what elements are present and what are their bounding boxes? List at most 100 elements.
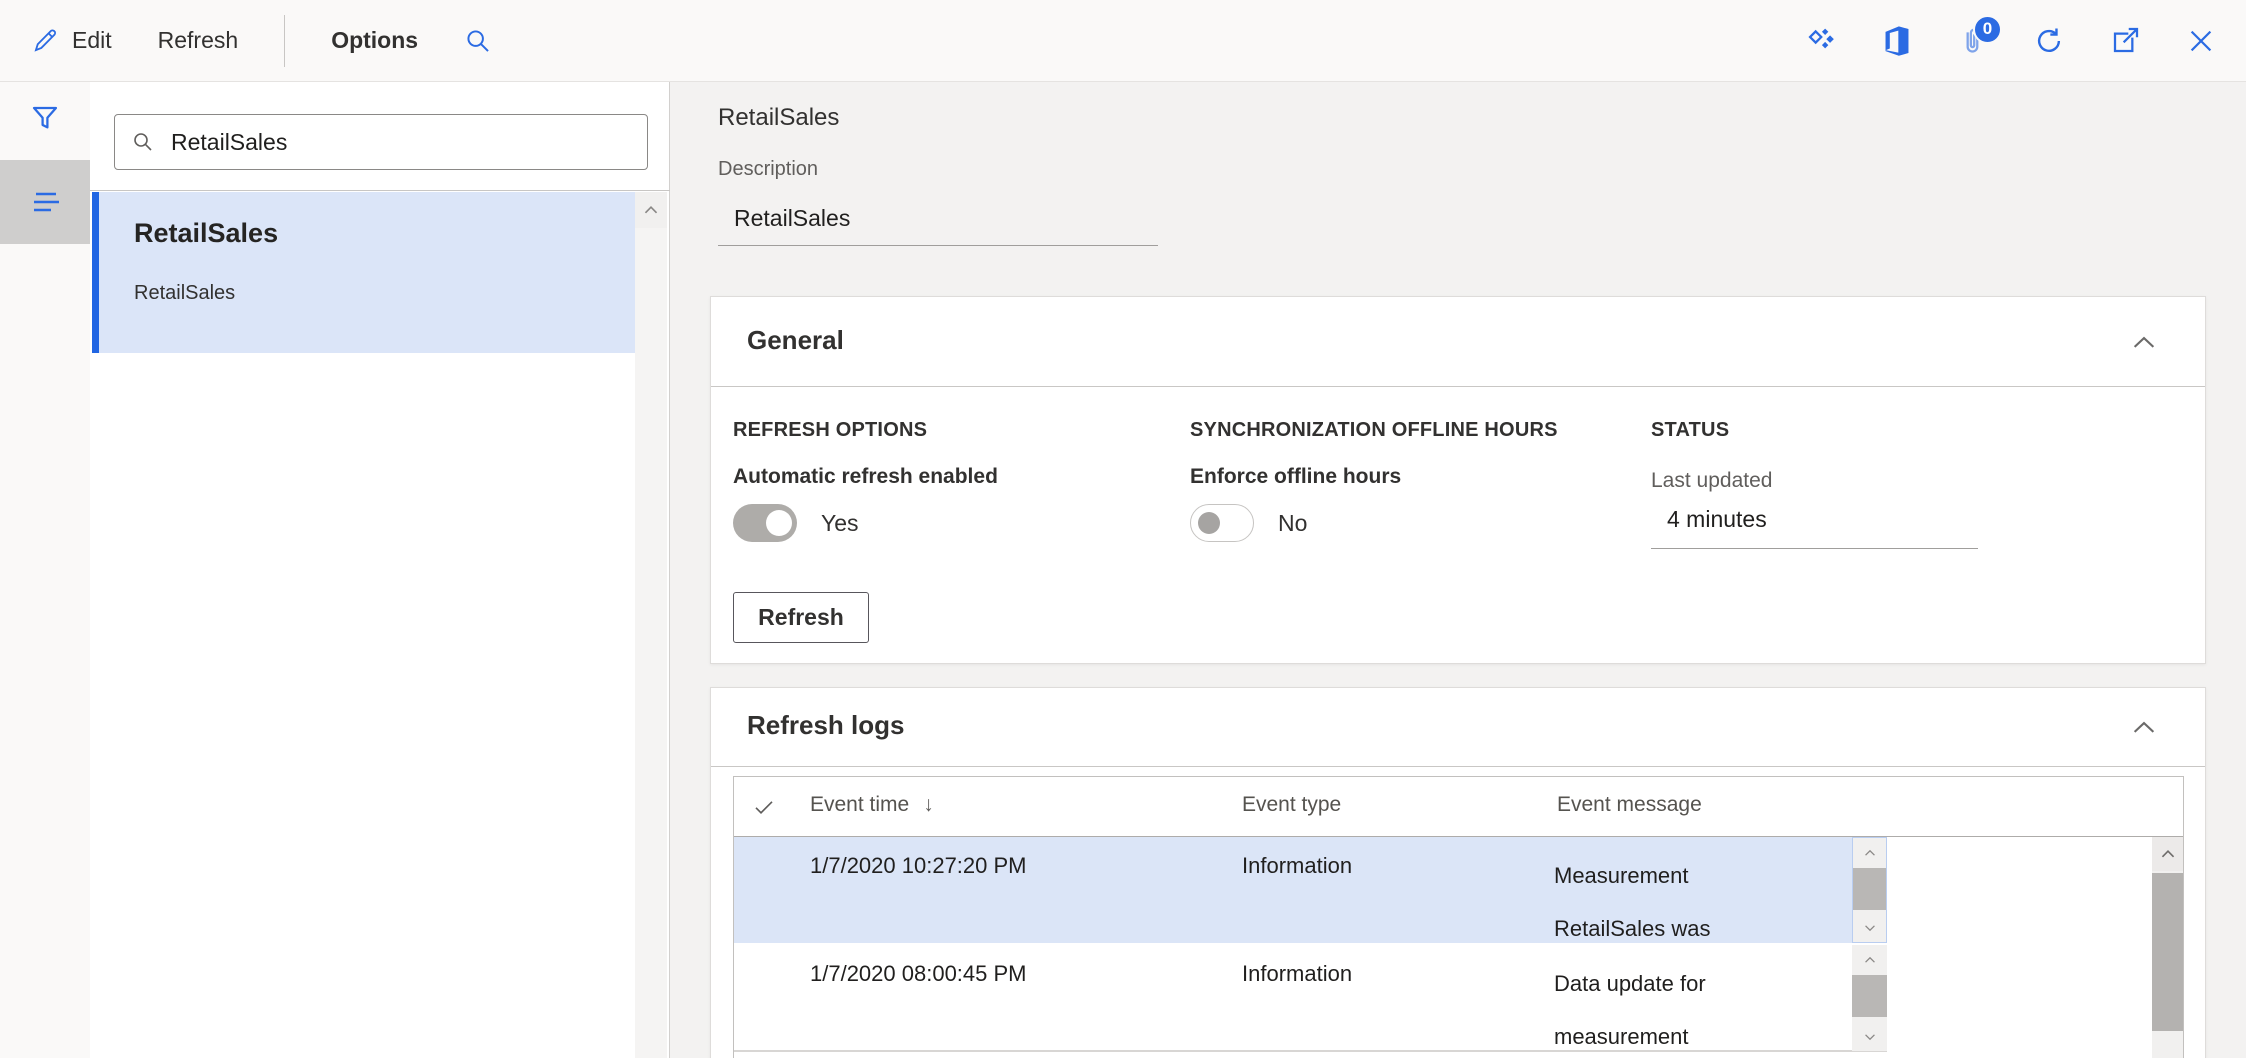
popout-icon bbox=[2109, 25, 2141, 57]
selection-accent-bar bbox=[92, 192, 99, 353]
message-cell-scrollbar[interactable] bbox=[1852, 837, 1887, 943]
options-label: Options bbox=[331, 27, 418, 54]
column-header-event-message[interactable]: Event message bbox=[1557, 793, 1702, 817]
close-button[interactable] bbox=[2184, 24, 2218, 58]
description-label: Description bbox=[718, 158, 818, 181]
list-divider bbox=[90, 190, 670, 191]
table-row[interactable]: 1/7/2020 08:00:45 PM Information Data up… bbox=[734, 945, 1887, 1051]
scroll-up-icon[interactable] bbox=[2152, 837, 2183, 871]
top-toolbar: Edit Refresh Options bbox=[0, 0, 2246, 82]
cell-event-time: 1/7/2020 08:00:45 PM bbox=[810, 961, 1027, 987]
scroll-down-icon[interactable] bbox=[1852, 1022, 1887, 1051]
attachments-button[interactable]: 0 bbox=[1956, 24, 1990, 58]
toolbar-right-icons: 0 bbox=[1804, 0, 2246, 81]
list-view-button[interactable] bbox=[0, 160, 90, 244]
list-search-box[interactable] bbox=[114, 114, 648, 170]
scroll-up-icon[interactable] bbox=[1852, 945, 1887, 974]
popout-button[interactable] bbox=[2108, 24, 2142, 58]
refresh-button-label: Refresh bbox=[758, 604, 844, 631]
group-heading: REFRESH OPTIONS bbox=[733, 419, 927, 442]
check-icon bbox=[752, 795, 776, 819]
column-label: Event time bbox=[810, 793, 909, 816]
refresh-menu-label: Refresh bbox=[158, 27, 239, 54]
list-scrollbar[interactable] bbox=[635, 192, 667, 1058]
collapse-general-button[interactable] bbox=[2131, 335, 2157, 350]
table-row bbox=[734, 1051, 1887, 1058]
toolbar-menu: Edit Refresh Options bbox=[0, 0, 492, 81]
edit-label: Edit bbox=[72, 27, 112, 54]
toggle-knob bbox=[1198, 512, 1220, 534]
dynamics-icon bbox=[1805, 25, 1837, 57]
scroll-up-icon[interactable] bbox=[635, 192, 667, 228]
scrollbar-thumb[interactable] bbox=[1853, 868, 1886, 910]
refresh-logs-section: Refresh logs Event time↓ Event bbox=[710, 687, 2206, 1058]
filter-button[interactable] bbox=[0, 82, 90, 154]
main-content: RetailSales Description RetailSales Gene… bbox=[670, 82, 2246, 1058]
message-line: Measurement bbox=[1554, 849, 1711, 902]
last-updated-label: Last updated bbox=[1651, 469, 1772, 493]
enforce-offline-hours-value: No bbox=[1278, 510, 1307, 537]
scroll-down-icon[interactable] bbox=[1853, 913, 1886, 942]
table-row[interactable]: 1/7/2020 10:27:20 PM Information Measure… bbox=[734, 837, 1887, 943]
pencil-icon bbox=[32, 27, 59, 54]
message-cell-scrollbar[interactable] bbox=[1852, 945, 1887, 1051]
office-icon bbox=[1881, 25, 1913, 57]
group-heading: STATUS bbox=[1651, 419, 1729, 442]
edit-button[interactable]: Edit bbox=[32, 27, 112, 54]
refresh-menu-button[interactable]: Refresh bbox=[158, 27, 239, 54]
message-line: Data update for bbox=[1554, 957, 1706, 1010]
close-icon bbox=[2186, 26, 2216, 56]
cell-event-message: Measurement RetailSales was bbox=[1554, 849, 1711, 955]
refresh-logs-table: Event time ↓ Event type Event message 1/7… bbox=[733, 776, 2184, 1058]
filter-funnel-icon bbox=[29, 102, 61, 134]
sync-button[interactable] bbox=[2032, 24, 2066, 58]
search-icon bbox=[131, 130, 155, 154]
office-apps-button[interactable] bbox=[1880, 24, 1914, 58]
list-item-title: RetailSales bbox=[134, 218, 278, 249]
attachments-badge: 0 bbox=[1973, 15, 2002, 44]
cell-event-type: Information bbox=[1242, 853, 1352, 879]
app-window: Edit Refresh Options bbox=[0, 0, 2246, 1058]
dynamics-button[interactable] bbox=[1804, 24, 1838, 58]
collapse-refresh-logs-button[interactable] bbox=[2131, 720, 2157, 735]
list-item-subtitle: RetailSales bbox=[134, 282, 235, 305]
cell-event-type: Information bbox=[1242, 961, 1352, 987]
enforce-offline-hours-toggle[interactable] bbox=[1190, 504, 1254, 542]
cell-event-time: 1/7/2020 10:27:20 PM bbox=[810, 853, 1027, 879]
description-field[interactable]: RetailSales bbox=[718, 190, 1158, 246]
page-title: RetailSales bbox=[718, 104, 839, 132]
refresh-button[interactable]: Refresh bbox=[733, 592, 869, 643]
automatic-refresh-toggle[interactable] bbox=[733, 504, 797, 542]
left-rail bbox=[0, 82, 90, 1058]
general-section-title: General bbox=[747, 325, 844, 356]
table-header-row: Event time ↓ Event type Event message bbox=[734, 777, 2183, 837]
enforce-offline-hours-label: Enforce offline hours bbox=[1190, 465, 1401, 489]
scrollbar-thumb[interactable] bbox=[2152, 873, 2183, 1031]
search-icon bbox=[464, 27, 492, 55]
column-header-event-time[interactable]: Event time ↓ bbox=[810, 793, 934, 817]
toolbar-search-button[interactable] bbox=[464, 27, 492, 55]
chevron-up-icon bbox=[2131, 720, 2157, 735]
scroll-up-icon[interactable] bbox=[1853, 838, 1886, 867]
list-item-retailsales[interactable]: RetailSales RetailSales bbox=[92, 192, 635, 353]
toolbar-divider bbox=[284, 15, 285, 67]
last-updated-value: 4 minutes bbox=[1651, 493, 1978, 549]
refresh-logs-title: Refresh logs bbox=[747, 710, 905, 741]
automatic-refresh-value: Yes bbox=[821, 510, 859, 537]
general-section: General REFRESH OPTIONS Automatic refres… bbox=[710, 296, 2206, 664]
chevron-up-icon bbox=[2131, 335, 2157, 350]
scrollbar-thumb[interactable] bbox=[1852, 975, 1887, 1017]
general-section-header[interactable]: General bbox=[711, 297, 2205, 387]
table-scrollbar[interactable] bbox=[2152, 837, 2183, 1058]
list-lines-icon bbox=[26, 188, 64, 216]
column-header-event-type[interactable]: Event type bbox=[1242, 793, 1341, 817]
sort-descending-icon: ↓ bbox=[923, 793, 934, 816]
record-list-panel: RetailSales RetailSales bbox=[90, 82, 670, 1058]
options-menu-button[interactable]: Options bbox=[331, 27, 418, 54]
cell-event-message: Data update for measurement bbox=[1554, 957, 1706, 1058]
column-label: Event message bbox=[1557, 793, 1702, 816]
list-search-input[interactable] bbox=[169, 128, 631, 157]
automatic-refresh-label: Automatic refresh enabled bbox=[733, 465, 998, 489]
refresh-logs-header[interactable]: Refresh logs bbox=[711, 688, 2205, 767]
enforce-offline-hours-toggle-row: No bbox=[1190, 504, 1307, 542]
